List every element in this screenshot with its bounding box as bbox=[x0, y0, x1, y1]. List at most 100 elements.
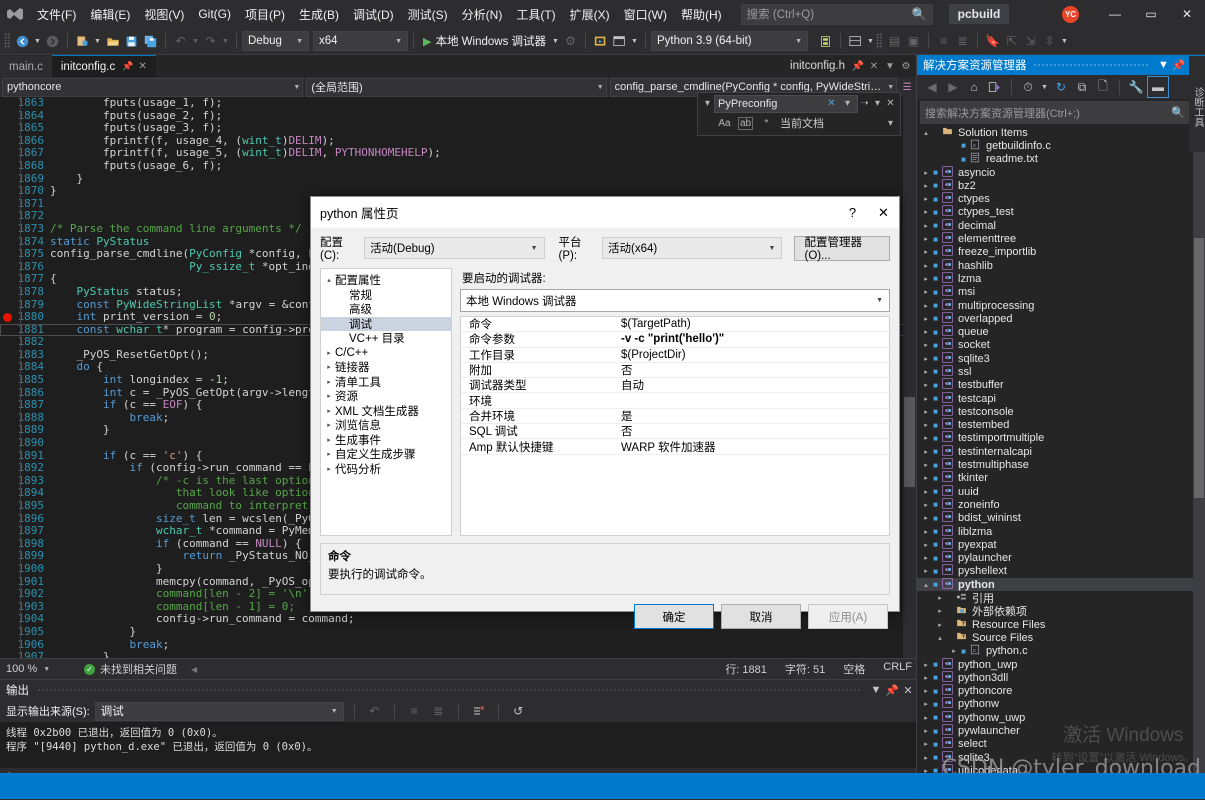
expander-icon[interactable]: ▸ bbox=[323, 392, 335, 400]
ok-button[interactable]: 确定 bbox=[634, 604, 714, 629]
property-category-item[interactable]: ▸链接器 bbox=[321, 360, 451, 375]
find-next-icon[interactable]: ➝ bbox=[858, 98, 871, 109]
property-value[interactable]: WARP 软件加速器 bbox=[621, 439, 889, 455]
find-direction-icon[interactable]: ▾ bbox=[871, 98, 884, 109]
property-value[interactable]: 自动 bbox=[621, 377, 889, 393]
property-key: 命令参数 bbox=[461, 331, 621, 347]
close-find-icon[interactable]: ✕ bbox=[884, 98, 897, 109]
property-category-tree[interactable]: ▴配置属性常规高级调试VC++ 目录▸C/C++▸链接器▸清单工具▸资源▸XML… bbox=[320, 268, 452, 536]
property-value[interactable]: $(TargetPath) bbox=[621, 318, 889, 330]
expander-icon[interactable]: ▸ bbox=[323, 407, 335, 415]
use-regex-icon[interactable]: * bbox=[760, 118, 773, 129]
property-category-label: C/C++ bbox=[335, 347, 368, 359]
property-right-pane: 要启动的调试器: 本地 Windows 调试器 ▼ 命令$(TargetPath… bbox=[460, 268, 890, 536]
find-replace-widget[interactable]: ▾ PyPreconfig ✕ ▾ ➝ ▾ ✕ Aa ab * bbox=[697, 92, 901, 136]
dialog-config-row: 配置(C): 活动(Debug) ▼ 平台(P): 活动(x64) ▼ 配置管理… bbox=[311, 228, 899, 268]
clear-find-icon[interactable]: ✕ bbox=[825, 98, 838, 109]
property-row[interactable]: SQL 调试否 bbox=[461, 424, 889, 439]
property-description: 命令 要执行的调试命令。 bbox=[320, 543, 890, 595]
property-description-title: 命令 bbox=[328, 548, 882, 564]
find-options-icon[interactable]: ▾ bbox=[841, 98, 854, 109]
property-row[interactable]: 附加否 bbox=[461, 363, 889, 378]
property-grid[interactable]: 命令$(TargetPath)命令参数-v -c "print('hello')… bbox=[460, 316, 890, 536]
chevron-down-icon: ▼ bbox=[872, 297, 887, 304]
property-category-item[interactable]: ▸浏览信息 bbox=[321, 418, 451, 433]
property-key: 合并环境 bbox=[461, 408, 621, 424]
chevron-down-icon: ▼ bbox=[527, 245, 542, 252]
close-icon[interactable]: ✕ bbox=[868, 197, 899, 228]
platform-value: 活动(x64) bbox=[608, 240, 657, 256]
property-key: 调试器类型 bbox=[461, 377, 621, 393]
expander-icon[interactable]: ▸ bbox=[323, 349, 335, 357]
property-category-item[interactable]: ▸C/C++ bbox=[321, 346, 451, 361]
property-category-item[interactable]: ▸代码分析 bbox=[321, 462, 451, 477]
property-key: 环境 bbox=[461, 393, 621, 409]
property-category-item[interactable]: ▸XML 文档生成器 bbox=[321, 404, 451, 419]
property-category-item[interactable]: 常规 bbox=[321, 288, 451, 303]
dialog-overlay: python 属性页 ? ✕ 配置(C): 活动(Debug) ▼ 平台(P):… bbox=[0, 0, 1205, 799]
dialog-main: ▴配置属性常规高级调试VC++ 目录▸C/C++▸链接器▸清单工具▸资源▸XML… bbox=[311, 268, 899, 536]
property-category-item[interactable]: ▴配置属性 bbox=[321, 273, 451, 288]
chevron-down-icon: ▼ bbox=[765, 245, 780, 252]
property-row[interactable]: 命令参数-v -c "print('hello')" bbox=[461, 332, 889, 347]
property-category-item[interactable]: VC++ 目录 bbox=[321, 331, 451, 346]
configuration-combo[interactable]: 活动(Debug) ▼ bbox=[364, 237, 544, 259]
chevron-down-icon[interactable]: ▾ bbox=[884, 118, 897, 129]
dialog-title: python 属性页 bbox=[320, 203, 399, 222]
property-category-item[interactable]: ▸清单工具 bbox=[321, 375, 451, 390]
property-row[interactable]: 调试器类型自动 bbox=[461, 378, 889, 393]
find-input[interactable]: PyPreconfig ✕ ▾ bbox=[714, 95, 858, 113]
dialog-title-bar: python 属性页 ? ✕ bbox=[311, 197, 899, 228]
property-category-item[interactable]: ▸生成事件 bbox=[321, 433, 451, 448]
property-key: 工作目录 bbox=[461, 347, 621, 363]
property-value[interactable]: $(ProjectDir) bbox=[621, 349, 889, 361]
property-key: 附加 bbox=[461, 362, 621, 378]
configuration-label: 配置(C): bbox=[320, 234, 358, 262]
expander-icon[interactable]: ▸ bbox=[323, 465, 335, 473]
expander-icon[interactable]: ▴ bbox=[323, 276, 335, 284]
property-value[interactable]: 是 bbox=[621, 408, 889, 424]
property-value[interactable]: -v -c "print('hello')" bbox=[621, 333, 889, 345]
property-value[interactable]: 否 bbox=[621, 423, 889, 439]
property-row[interactable]: Amp 默认快捷键WARP 软件加速器 bbox=[461, 439, 889, 454]
property-row[interactable]: 工作目录$(ProjectDir) bbox=[461, 348, 889, 363]
expander-icon[interactable]: ▸ bbox=[323, 421, 335, 429]
property-key: Amp 默认快捷键 bbox=[461, 439, 621, 455]
property-category-item[interactable]: ▸自定义生成步骤 bbox=[321, 447, 451, 462]
property-row[interactable]: 环境 bbox=[461, 393, 889, 408]
property-category-label: VC++ 目录 bbox=[349, 330, 405, 346]
configuration-value: 活动(Debug) bbox=[370, 240, 435, 256]
property-key: 命令 bbox=[461, 316, 621, 332]
find-options-row: Aa ab * 当前文档 ▾ bbox=[698, 114, 900, 132]
expander-icon[interactable]: ▸ bbox=[323, 436, 335, 444]
property-value[interactable]: 否 bbox=[621, 362, 889, 378]
property-category-item[interactable]: 高级 bbox=[321, 302, 451, 317]
configuration-manager-button[interactable]: 配置管理器(O)... bbox=[794, 236, 890, 261]
expander-icon[interactable]: ▸ bbox=[323, 363, 335, 371]
platform-label: 平台(P): bbox=[559, 234, 596, 262]
property-category-item[interactable]: ▸资源 bbox=[321, 389, 451, 404]
property-key: SQL 调试 bbox=[461, 423, 621, 439]
dialog-buttons: 确定 取消 应用(A) bbox=[311, 595, 899, 629]
property-category-item[interactable]: 调试 bbox=[321, 317, 451, 332]
find-input-value: PyPreconfig bbox=[718, 98, 777, 110]
property-description-text: 要执行的调试命令。 bbox=[328, 566, 882, 582]
help-icon[interactable]: ? bbox=[837, 197, 868, 228]
match-whole-word-icon[interactable]: ab bbox=[738, 117, 753, 130]
expander-icon[interactable]: ▸ bbox=[323, 378, 335, 386]
chevron-down-icon[interactable]: ▾ bbox=[701, 98, 714, 109]
cancel-button[interactable]: 取消 bbox=[721, 604, 801, 629]
property-row[interactable]: 合并环境是 bbox=[461, 409, 889, 424]
property-pages-dialog: python 属性页 ? ✕ 配置(C): 活动(Debug) ▼ 平台(P):… bbox=[310, 196, 900, 612]
match-case-icon[interactable]: Aa bbox=[718, 118, 731, 129]
debugger-to-launch-value: 本地 Windows 调试器 bbox=[466, 293, 577, 309]
debugger-to-launch-combo[interactable]: 本地 Windows 调试器 ▼ bbox=[460, 289, 890, 312]
property-row[interactable]: 命令$(TargetPath) bbox=[461, 317, 889, 332]
platform-combo[interactable]: 活动(x64) ▼ bbox=[602, 237, 782, 259]
debugger-to-launch-label: 要启动的调试器: bbox=[462, 270, 890, 286]
expander-icon[interactable]: ▸ bbox=[323, 450, 335, 458]
property-category-label: 代码分析 bbox=[335, 461, 381, 477]
apply-button[interactable]: 应用(A) bbox=[808, 604, 888, 629]
find-row: ▾ PyPreconfig ✕ ▾ ➝ ▾ ✕ bbox=[698, 93, 900, 114]
find-scope-label: 当前文档 bbox=[780, 115, 824, 131]
